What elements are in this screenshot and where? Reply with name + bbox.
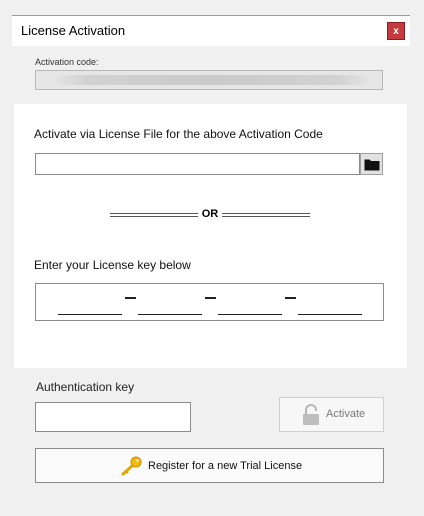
license-key-segment-2[interactable] <box>138 314 202 315</box>
or-separator-right-line <box>222 213 310 217</box>
license-key-dash <box>205 297 216 299</box>
or-separator-left-line <box>110 213 198 217</box>
register-trial-license-button[interactable]: Register for a new Trial License <box>35 448 384 483</box>
activation-code-value-blurred <box>56 75 368 85</box>
folder-icon <box>364 159 379 170</box>
or-separator: OR <box>110 208 310 222</box>
license-key-segment-1[interactable] <box>58 314 122 315</box>
title-bar: License Activation x <box>12 16 410 46</box>
license-key-dash <box>125 297 136 299</box>
register-button-label: Register for a new Trial License <box>148 460 303 472</box>
activation-code-label: Activation code: <box>35 57 99 67</box>
activate-button[interactable]: Activate <box>279 397 384 432</box>
authentication-key-label: Authentication key <box>36 380 135 394</box>
license-key-dash <box>285 297 296 299</box>
key-icon <box>121 456 142 476</box>
activation-panel: Activate via License File for the above … <box>14 104 407 368</box>
license-file-label: Activate via License File for the above … <box>34 127 323 141</box>
unlocked-padlock-icon <box>303 404 319 425</box>
activate-button-label: Activate <box>326 408 366 420</box>
license-key-input-group <box>35 283 384 321</box>
close-icon: x <box>393 25 399 37</box>
license-file-path-input[interactable] <box>35 153 360 175</box>
or-separator-label: OR <box>201 208 219 220</box>
close-button[interactable]: x <box>387 22 405 40</box>
browse-license-file-button[interactable] <box>360 153 383 175</box>
window-title: License Activation <box>21 23 126 38</box>
license-key-label: Enter your License key below <box>34 258 191 272</box>
authentication-key-input[interactable] <box>35 402 191 432</box>
activation-code-field <box>35 70 383 90</box>
license-key-segment-3[interactable] <box>218 314 282 315</box>
register-button-content: Register for a new Trial License <box>121 456 302 476</box>
license-key-segment-4[interactable] <box>298 314 362 315</box>
